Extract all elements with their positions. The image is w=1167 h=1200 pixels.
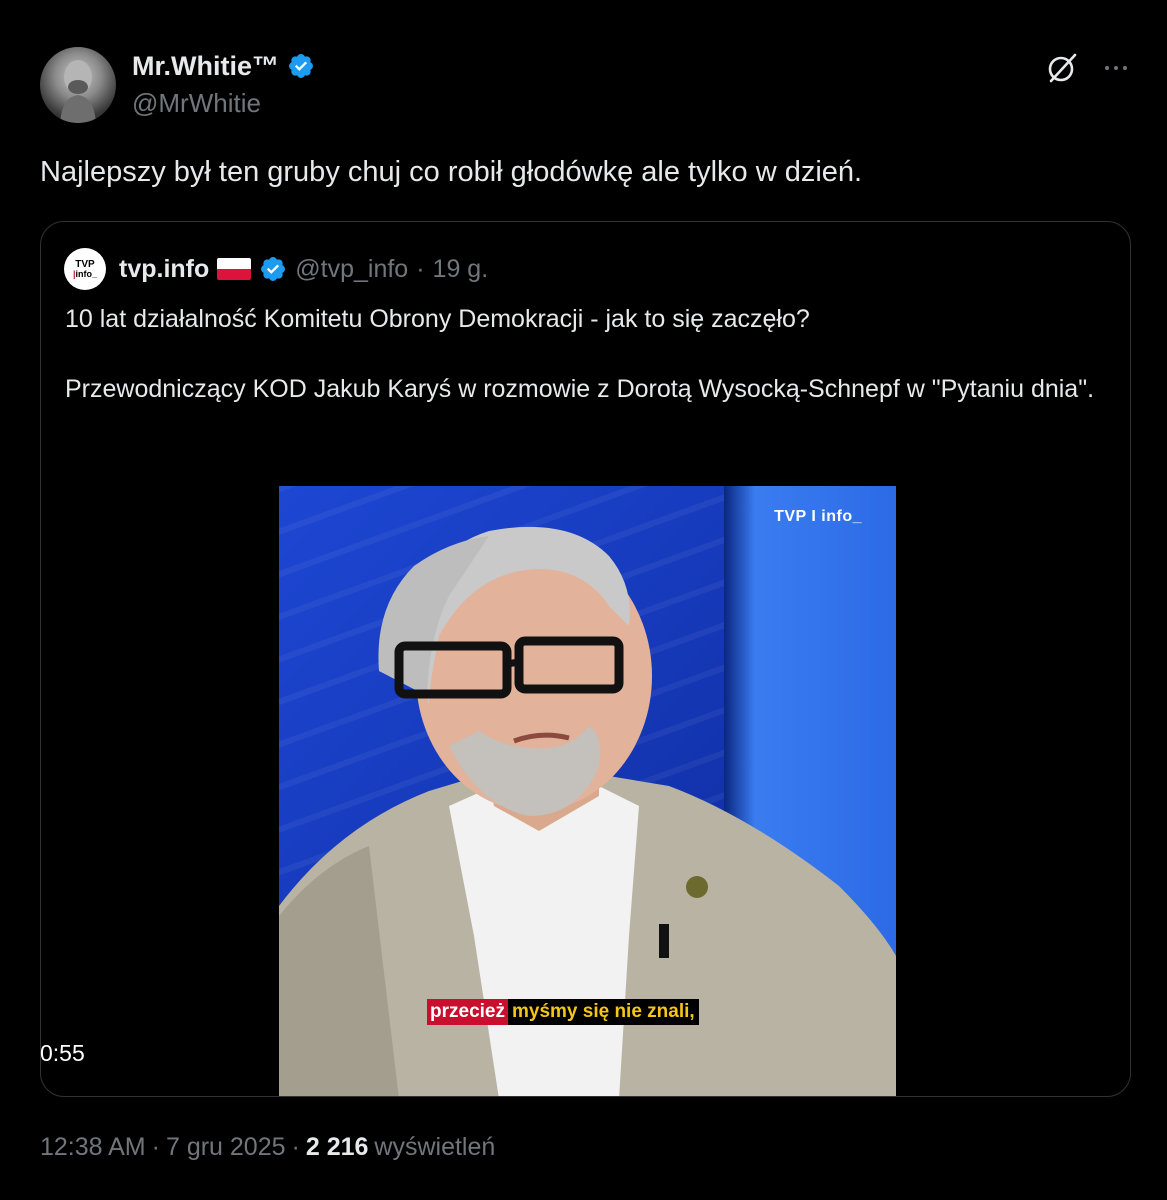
quote-author-handle[interactable]: @tvp_info (295, 255, 408, 284)
quote-timestamp[interactable]: 19 g. (433, 255, 489, 284)
quote-avatar[interactable]: TVP |info_ (64, 248, 106, 290)
quoted-tweet[interactable]: TVP |info_ tvp.info @tvp_info · 19 g. 10… (40, 221, 1131, 1097)
verified-badge-icon (289, 54, 313, 78)
author-avatar[interactable] (40, 47, 116, 123)
video-duration: 0:55 (40, 1040, 85, 1066)
tweet-time[interactable]: 12:38 AM (40, 1133, 146, 1162)
quote-text: 10 lat działalność Komitetu Obrony Demok… (65, 302, 1105, 407)
views-label: wyświetleń (374, 1133, 496, 1161)
verified-badge-icon (261, 257, 286, 281)
author-handle[interactable]: @MrWhitie (132, 88, 261, 119)
video-player[interactable]: TVP I info_ przecież myśmy się nie znali… (279, 486, 896, 1096)
meta-separator: · (151, 1133, 160, 1161)
video-subtitle-part2: myśmy się nie znali, (507, 999, 699, 1025)
quote-text-paragraph-1: 10 lat działalność Komitetu Obrony Demok… (65, 305, 810, 333)
video-subtitle: przecież myśmy się nie znali, (427, 999, 699, 1025)
quote-author-name[interactable]: tvp.info (119, 255, 209, 284)
poland-flag-icon (217, 258, 252, 280)
author-name-row[interactable]: Mr.Whitie™ (132, 48, 315, 84)
quote-separator: · (416, 254, 425, 283)
tweet-date[interactable]: 7 gru 2025 (166, 1133, 286, 1162)
tweet-text: Najlepszy był ten gruby chuj co robił gł… (40, 156, 863, 188)
video-subtitle-part1: przecież (427, 999, 508, 1025)
quote-avatar-line2: info_ (75, 268, 98, 279)
quote-header: tvp.info @tvp_info · 19 g. (119, 250, 488, 288)
tweet-meta: 12:38 AM · 7 gru 2025 · 2 216 wyświetleń (40, 1133, 495, 1162)
views-count: 2 216 (305, 1133, 369, 1161)
more-dots-icon[interactable] (1098, 50, 1134, 86)
grok-icon[interactable] (1044, 50, 1080, 86)
author-name[interactable]: Mr.Whitie™ (132, 51, 279, 82)
quote-text-paragraph-2: Przewodniczący KOD Jakub Karyś w rozmowi… (65, 375, 1095, 403)
meta-separator: · (291, 1133, 300, 1161)
tvp-info-watermark: TVP I info_ (774, 508, 862, 525)
